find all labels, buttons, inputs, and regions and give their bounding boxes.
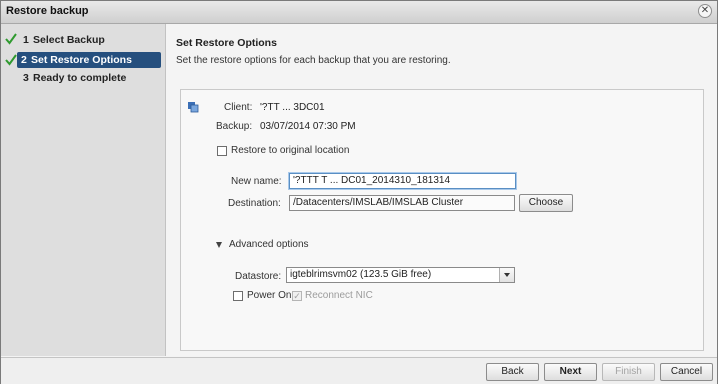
wizard-steps-sidebar: 1 Select Backup 2 Set Restore Options 3 … (1, 24, 166, 356)
reconnect-nic-label: Reconnect NIC (305, 290, 373, 301)
expand-triangle-icon[interactable] (216, 242, 222, 248)
vm-icon (188, 102, 199, 113)
backup-value: 03/07/2014 07:30 PM (260, 121, 356, 132)
restore-original-location-label: Restore to original location (231, 145, 350, 156)
restore-options-panel: Client: '?TT ... 3DC01 Backup: 03/07/201… (180, 89, 704, 351)
close-icon[interactable]: ✕ (698, 4, 712, 18)
check-icon (5, 33, 17, 45)
step-label: Select Backup (33, 34, 105, 46)
back-button[interactable]: Back (486, 363, 539, 381)
datastore-select[interactable]: igteblrimsvm02 (123.5 GiB free) (286, 267, 515, 283)
step-number: 1 (23, 34, 29, 46)
step-select-backup[interactable]: 1 Select Backup (5, 32, 161, 48)
backup-label: Backup: (216, 121, 253, 132)
main-content: Set Restore Options Set the restore opti… (166, 24, 717, 356)
step-label: Ready to complete (33, 72, 127, 84)
step-label: Set Restore Options (31, 54, 132, 66)
reconnect-nic-checkbox: ✓ (292, 291, 302, 301)
destination-label: Destination: (228, 198, 281, 209)
check-icon (5, 54, 17, 66)
dialog-title: Restore backup (6, 5, 89, 17)
new-name-value: '?TTT T ... DC01_2014310_181314 (293, 175, 451, 186)
advanced-options-toggle[interactable]: Advanced options (229, 239, 309, 250)
datastore-value: igteblrimsvm02 (123.5 GiB free) (290, 269, 432, 280)
destination-field: /Datacenters/IMSLAB/IMSLAB Cluster (289, 195, 515, 211)
finish-button[interactable]: Finish (602, 363, 655, 381)
title-bar: Restore backup ✕ (1, 1, 717, 24)
step-number: 3 (23, 72, 29, 84)
restore-original-location-checkbox[interactable] (217, 146, 227, 156)
step-ready-to-complete[interactable]: 3 Ready to complete (5, 70, 161, 86)
restore-backup-dialog: Restore backup ✕ 1 Select Backup 2 Set R… (0, 0, 718, 384)
new-name-input[interactable]: '?TTT T ... DC01_2014310_181314 (289, 173, 516, 189)
choose-button[interactable]: Choose (519, 194, 573, 212)
client-label: Client: (224, 102, 253, 113)
page-description: Set the restore options for each backup … (176, 55, 451, 66)
client-value: '?TT ... 3DC01 (260, 102, 325, 113)
step-number: 2 (21, 54, 27, 66)
new-name-label: New name: (231, 176, 282, 187)
chevron-down-icon[interactable] (499, 268, 514, 282)
power-on-checkbox[interactable] (233, 291, 243, 301)
next-button[interactable]: Next (544, 363, 597, 381)
destination-value: /Datacenters/IMSLAB/IMSLAB Cluster (293, 197, 464, 208)
page-title: Set Restore Options (176, 37, 277, 49)
wizard-footer: Back Next Finish Cancel (1, 357, 717, 384)
step-set-restore-options[interactable]: 2 Set Restore Options (17, 52, 161, 68)
power-on-label: Power On (247, 290, 292, 301)
cancel-button[interactable]: Cancel (660, 363, 713, 381)
datastore-label: Datastore: (235, 271, 282, 282)
